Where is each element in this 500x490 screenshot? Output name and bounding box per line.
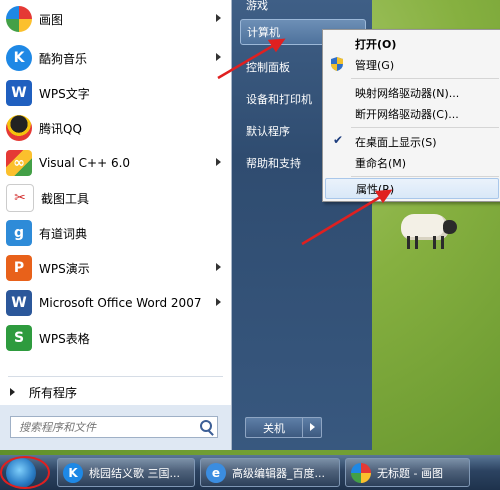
program-label: 画图 <box>39 12 64 27</box>
youdao-icon: g <box>6 220 32 246</box>
menu-separator <box>351 176 499 177</box>
submenu-arrow-icon[interactable] <box>216 298 221 306</box>
taskbar: K 桃园结义歌 三国... e 高级编辑器_百度... 无标题 - 画图 <box>0 455 500 490</box>
program-kugou[interactable]: K 酷狗音乐 <box>0 41 231 75</box>
taskbar-button-label: 无标题 - 画图 <box>377 466 443 480</box>
kugou-icon: K <box>6 45 32 71</box>
menu-item-open[interactable]: 打开(O) <box>325 33 499 54</box>
menu-item-disconnect-network-drive[interactable]: 断开网络驱动器(C)... <box>325 103 499 124</box>
taskbar-button-paint[interactable]: 无标题 - 画图 <box>345 458 470 487</box>
menu-separator <box>351 127 499 128</box>
menu-item-label: 断开网络驱动器(C)... <box>355 107 459 121</box>
computer-context-menu: 打开(O) 管理(G) 映射网络驱动器(N)... 断开网络驱动器(C)... … <box>322 29 500 202</box>
taskbar-button-label: 桃园结义歌 三国... <box>89 466 180 480</box>
taskbar-button-label: 高级编辑器_百度... <box>232 466 325 480</box>
program-snipping-tool[interactable]: ✂ 截图工具 <box>0 181 231 215</box>
uac-shield-icon <box>331 57 343 71</box>
kugou-icon: K <box>63 462 83 483</box>
program-youdao[interactable]: g 有道词典 <box>0 216 231 250</box>
menu-item-label: 映射网络驱动器(N)... <box>355 86 460 100</box>
program-label: Microsoft Office Word 2007 <box>39 296 202 310</box>
program-label: 酷狗音乐 <box>39 51 88 66</box>
program-wps-writer[interactable]: W WPS文字 <box>0 76 231 110</box>
word-icon: W <box>6 290 32 316</box>
program-label: 截图工具 <box>41 191 90 206</box>
checkmark-icon: ✔ <box>333 133 344 147</box>
program-paint[interactable]: 画图 <box>0 2 231 36</box>
divider <box>8 376 223 377</box>
search-icon[interactable] <box>200 420 212 432</box>
menu-item-rename[interactable]: 重命名(M) <box>325 152 499 173</box>
paint-icon <box>6 6 32 32</box>
wps-spreadsheet-icon: S <box>6 325 32 351</box>
program-label: WPS表格 <box>39 331 90 346</box>
search-area <box>0 405 231 450</box>
menu-item-label: 打开(O) <box>355 37 397 51</box>
submenu-arrow-icon[interactable] <box>216 263 221 271</box>
wps-presentation-icon: P <box>6 255 32 281</box>
all-programs-label: 所有程序 <box>29 385 78 400</box>
program-wps-presentation[interactable]: P WPS演示 <box>0 251 231 285</box>
program-word-2007[interactable]: W Microsoft Office Word 2007 <box>0 286 231 320</box>
submenu-arrow-icon[interactable] <box>216 14 221 22</box>
menu-item-properties[interactable]: 属性(R) <box>325 178 499 199</box>
search-input[interactable] <box>17 419 197 435</box>
menu-item-manage[interactable]: 管理(G) <box>325 54 499 75</box>
shutdown-options-arrow-icon[interactable] <box>302 417 322 438</box>
program-visual-cpp[interactable]: ∞ Visual C++ 6.0 <box>0 146 231 180</box>
menu-item-label: 在桌面上显示(S) <box>355 135 437 149</box>
right-item-games[interactable]: 游戏 <box>240 0 366 18</box>
paint-icon <box>351 462 371 483</box>
menu-item-label: 管理(G) <box>355 58 395 72</box>
menu-item-show-on-desktop[interactable]: ✔ 在桌面上显示(S) <box>325 131 499 152</box>
menu-item-label: 重命名(M) <box>355 156 407 170</box>
all-programs-button[interactable]: 所有程序 <box>0 380 231 404</box>
start-menu-left-panel: 画图 K 酷狗音乐 W WPS文字 腾讯QQ ∞ Visual C++ 6.0 … <box>0 0 232 450</box>
program-label: 有道词典 <box>39 226 88 241</box>
program-label: WPS演示 <box>39 261 90 276</box>
menu-item-label: 属性(R) <box>356 182 395 196</box>
ie-icon: e <box>206 462 226 483</box>
snipping-tool-icon: ✂ <box>6 184 34 212</box>
shutdown-button[interactable]: 关机 <box>245 417 303 438</box>
menu-item-map-network-drive[interactable]: 映射网络驱动器(N)... <box>325 82 499 103</box>
search-box[interactable] <box>10 416 218 438</box>
arrow-right-icon <box>10 388 15 396</box>
program-label: 腾讯QQ <box>39 121 82 136</box>
taskbar-button-kugou[interactable]: K 桃园结义歌 三国... <box>57 458 195 487</box>
program-label: WPS文字 <box>39 86 90 101</box>
taskbar-button-ie[interactable]: e 高级编辑器_百度... <box>200 458 340 487</box>
sheep-image <box>395 212 457 249</box>
visual-cpp-icon: ∞ <box>6 150 32 176</box>
qq-penguin-icon <box>6 115 32 141</box>
program-wps-spreadsheet[interactable]: S WPS表格 <box>0 321 231 355</box>
wps-writer-icon: W <box>6 80 32 106</box>
submenu-arrow-icon[interactable] <box>216 158 221 166</box>
submenu-arrow-icon[interactable] <box>216 53 221 61</box>
program-label: Visual C++ 6.0 <box>39 156 131 170</box>
start-button-highlight-circle <box>0 456 50 489</box>
menu-separator <box>351 78 499 79</box>
program-qq[interactable]: 腾讯QQ <box>0 111 231 145</box>
